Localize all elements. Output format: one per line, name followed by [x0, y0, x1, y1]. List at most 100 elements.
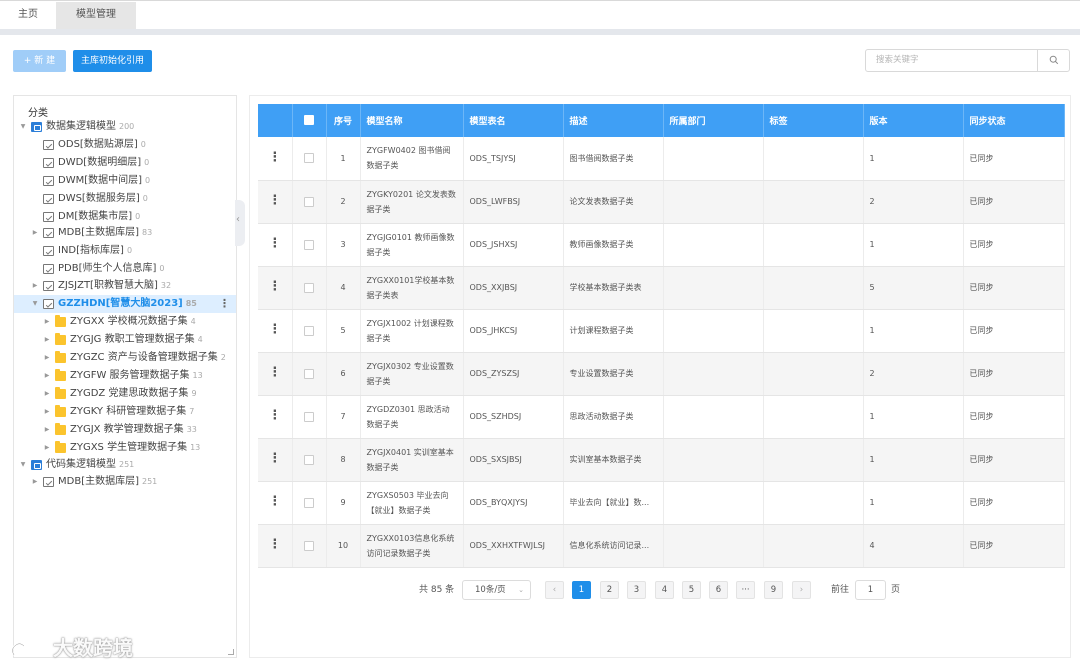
tree-node[interactable]: ▼ GZZHDN[智慧大脑2023] 85 ⋮: [14, 295, 236, 313]
page-number-button[interactable]: 6: [709, 581, 728, 599]
tree-node[interactable]: ▶ ZYGJX 教学管理数据子集 33: [14, 421, 236, 439]
more-vertical-icon[interactable]: ⋮: [268, 279, 281, 294]
row-select-cell[interactable]: [292, 481, 327, 525]
row-actions-cell[interactable]: ⋮: [258, 438, 293, 482]
page-number-button[interactable]: 2: [600, 581, 619, 599]
caret-right-icon[interactable]: ▶: [43, 403, 51, 421]
more-options-icon[interactable]: ⋮: [219, 295, 230, 313]
page-number-button[interactable]: 4: [655, 581, 674, 599]
select-all-checkbox[interactable]: [304, 115, 314, 126]
caret-right-icon[interactable]: ▶: [31, 224, 39, 242]
tree-node[interactable]: ▶ ZYGXS 学生管理数据子集 13: [14, 439, 236, 457]
table-row[interactable]: ⋮ 6 ZYGJX0302 专业设置数据子类 ODS_ZYSZSJ 专业设置数据子类 2 已…: [258, 352, 1065, 396]
row-actions-cell[interactable]: ⋮: [258, 524, 293, 568]
more-vertical-icon[interactable]: ⋮: [268, 537, 281, 552]
tree-node[interactable]: PDB[师生个人信息库] 0: [14, 260, 236, 278]
table-row[interactable]: ⋮ 4 ZYGXX0101学校基本数据子类表 ODS_XXJBSJ 学校基本数据子类表 5…: [258, 266, 1065, 310]
row-select-cell[interactable]: [292, 524, 327, 568]
caret-down-icon[interactable]: ▼: [19, 118, 27, 136]
new-button[interactable]: + 新 建: [13, 50, 66, 72]
table-row[interactable]: ⋮ 5 ZYGJX1002 计划课程数据子类 ODS_JHKCSJ 计划课程数据子类 1 已…: [258, 309, 1065, 353]
row-actions-cell[interactable]: ⋮: [258, 352, 293, 396]
caret-right-icon[interactable]: ▶: [43, 313, 51, 331]
table-row[interactable]: ⋮ 10 ZYGXX0103信息化系统访问记录数据子类 ODS_XXHXTFWJLSJ…: [258, 524, 1065, 568]
caret-down-icon[interactable]: ▼: [31, 295, 39, 313]
row-checkbox[interactable]: [304, 411, 314, 422]
tree-node[interactable]: ▶ ZJSJZT[职教智慧大脑] 32: [14, 277, 236, 295]
more-vertical-icon[interactable]: ⋮: [268, 365, 281, 380]
row-checkbox[interactable]: [304, 239, 314, 250]
caret-down-icon[interactable]: ▼: [19, 456, 27, 474]
more-vertical-icon[interactable]: ⋮: [268, 322, 281, 337]
row-select-cell[interactable]: [292, 352, 327, 396]
more-vertical-icon[interactable]: ⋮: [268, 408, 281, 423]
caret-right-icon[interactable]: ▶: [43, 331, 51, 349]
row-select-cell[interactable]: [292, 309, 327, 353]
caret-right-icon[interactable]: ▶: [43, 421, 51, 439]
caret-right-icon[interactable]: ▶: [31, 473, 39, 491]
more-vertical-icon[interactable]: ⋮: [268, 193, 281, 208]
row-actions-cell[interactable]: ⋮: [258, 481, 293, 525]
tab-home[interactable]: 主页: [0, 2, 56, 29]
row-select-cell[interactable]: [292, 438, 327, 482]
caret-right-icon[interactable]: ▶: [43, 367, 51, 385]
tree-node[interactable]: ▶ ZYGXX 学校概况数据子集 4: [14, 313, 236, 331]
row-checkbox[interactable]: [304, 196, 314, 207]
collapse-panel-handle[interactable]: ‹: [235, 200, 245, 246]
page-size-select[interactable]: 10条/页 ⌄: [462, 580, 531, 600]
tree-node[interactable]: IND[指标库层] 0: [14, 242, 236, 260]
row-checkbox[interactable]: [304, 368, 314, 379]
page-number-button[interactable]: 3: [627, 581, 646, 599]
row-select-cell[interactable]: [292, 137, 327, 181]
tree-node[interactable]: ▶ MDB[主数据库层] 83: [14, 224, 236, 242]
search-button[interactable]: [1037, 50, 1069, 71]
tree-node[interactable]: ▶ ZYGZC 资产与设备管理数据子集 2: [14, 349, 236, 367]
tree-node[interactable]: DWM[数据中间层] 0: [14, 172, 236, 190]
more-vertical-icon[interactable]: ⋮: [268, 236, 281, 251]
row-checkbox[interactable]: [304, 282, 314, 293]
table-row[interactable]: ⋮ 9 ZYGXS0503 毕业去向【就业】数据子类 ODS_BYQXJYSJ 毕业去向…: [258, 481, 1065, 525]
tree-node[interactable]: ▼ 代码集逻辑模型 251: [14, 456, 236, 474]
caret-right-icon[interactable]: ▶: [43, 385, 51, 403]
row-select-cell[interactable]: [292, 395, 327, 439]
caret-right-icon[interactable]: ▶: [31, 277, 39, 295]
resize-grip[interactable]: [228, 649, 234, 655]
tree-node[interactable]: ▶ ZYGDZ 党建思政数据子集 9: [14, 385, 236, 403]
page-number-button[interactable]: 9: [764, 581, 783, 599]
page-ellipsis[interactable]: ···: [736, 581, 755, 599]
header-select-all[interactable]: [292, 104, 327, 137]
init-reference-button[interactable]: 主库初始化引用: [73, 50, 152, 72]
tree-node[interactable]: ▶ ZYGJG 教职工管理数据子集 4: [14, 331, 236, 349]
tree-node[interactable]: ▶ ZYGFW 服务管理数据子集 13: [14, 367, 236, 385]
table-row[interactable]: ⋮ 2 ZYGKY0201 论文发表数据子类 ODS_LWFBSJ 论文发表数据子类 2 已…: [258, 180, 1065, 224]
row-actions-cell[interactable]: ⋮: [258, 137, 293, 181]
caret-right-icon[interactable]: ▶: [43, 349, 51, 367]
more-vertical-icon[interactable]: ⋮: [268, 494, 281, 509]
row-checkbox[interactable]: [304, 497, 314, 508]
tree-node[interactable]: ▶ ZYGKY 科研管理数据子集 7: [14, 403, 236, 421]
row-select-cell[interactable]: [292, 223, 327, 267]
row-actions-cell[interactable]: ⋮: [258, 395, 293, 439]
more-vertical-icon[interactable]: ⋮: [268, 150, 281, 165]
tree-node[interactable]: DWD[数据明细层] 0: [14, 154, 236, 172]
row-checkbox[interactable]: [304, 454, 314, 465]
goto-page-input[interactable]: 1: [855, 580, 886, 600]
row-checkbox[interactable]: [304, 540, 314, 551]
row-actions-cell[interactable]: ⋮: [258, 180, 293, 224]
row-actions-cell[interactable]: ⋮: [258, 309, 293, 353]
page-number-button[interactable]: 5: [682, 581, 701, 599]
table-row[interactable]: ⋮ 7 ZYGDZ0301 思政活动数据子类 ODS_SZHDSJ 思政活动数据子类 1 已…: [258, 395, 1065, 439]
table-row[interactable]: ⋮ 1 ZYGFW0402 图书借阅数据子类 ODS_TSJYSJ 图书借阅数据子类 1 已…: [258, 137, 1065, 181]
table-row[interactable]: ⋮ 3 ZYGJG0101 教师画像数据子类 ODS_JSHXSJ 教师画像数据子类 1 已…: [258, 223, 1065, 267]
prev-page-button[interactable]: ‹: [545, 581, 564, 599]
tab-model-management[interactable]: 模型管理: [56, 2, 136, 29]
page-number-button[interactable]: 1: [572, 581, 591, 599]
row-select-cell[interactable]: [292, 266, 327, 310]
row-actions-cell[interactable]: ⋮: [258, 223, 293, 267]
row-actions-cell[interactable]: ⋮: [258, 266, 293, 310]
next-page-button[interactable]: ›: [792, 581, 811, 599]
more-vertical-icon[interactable]: ⋮: [268, 451, 281, 466]
tree-node[interactable]: DWS[数据服务层] 0: [14, 190, 236, 208]
tree-node[interactable]: ▼ 数据集逻辑模型 200: [14, 118, 236, 136]
row-select-cell[interactable]: [292, 180, 327, 224]
